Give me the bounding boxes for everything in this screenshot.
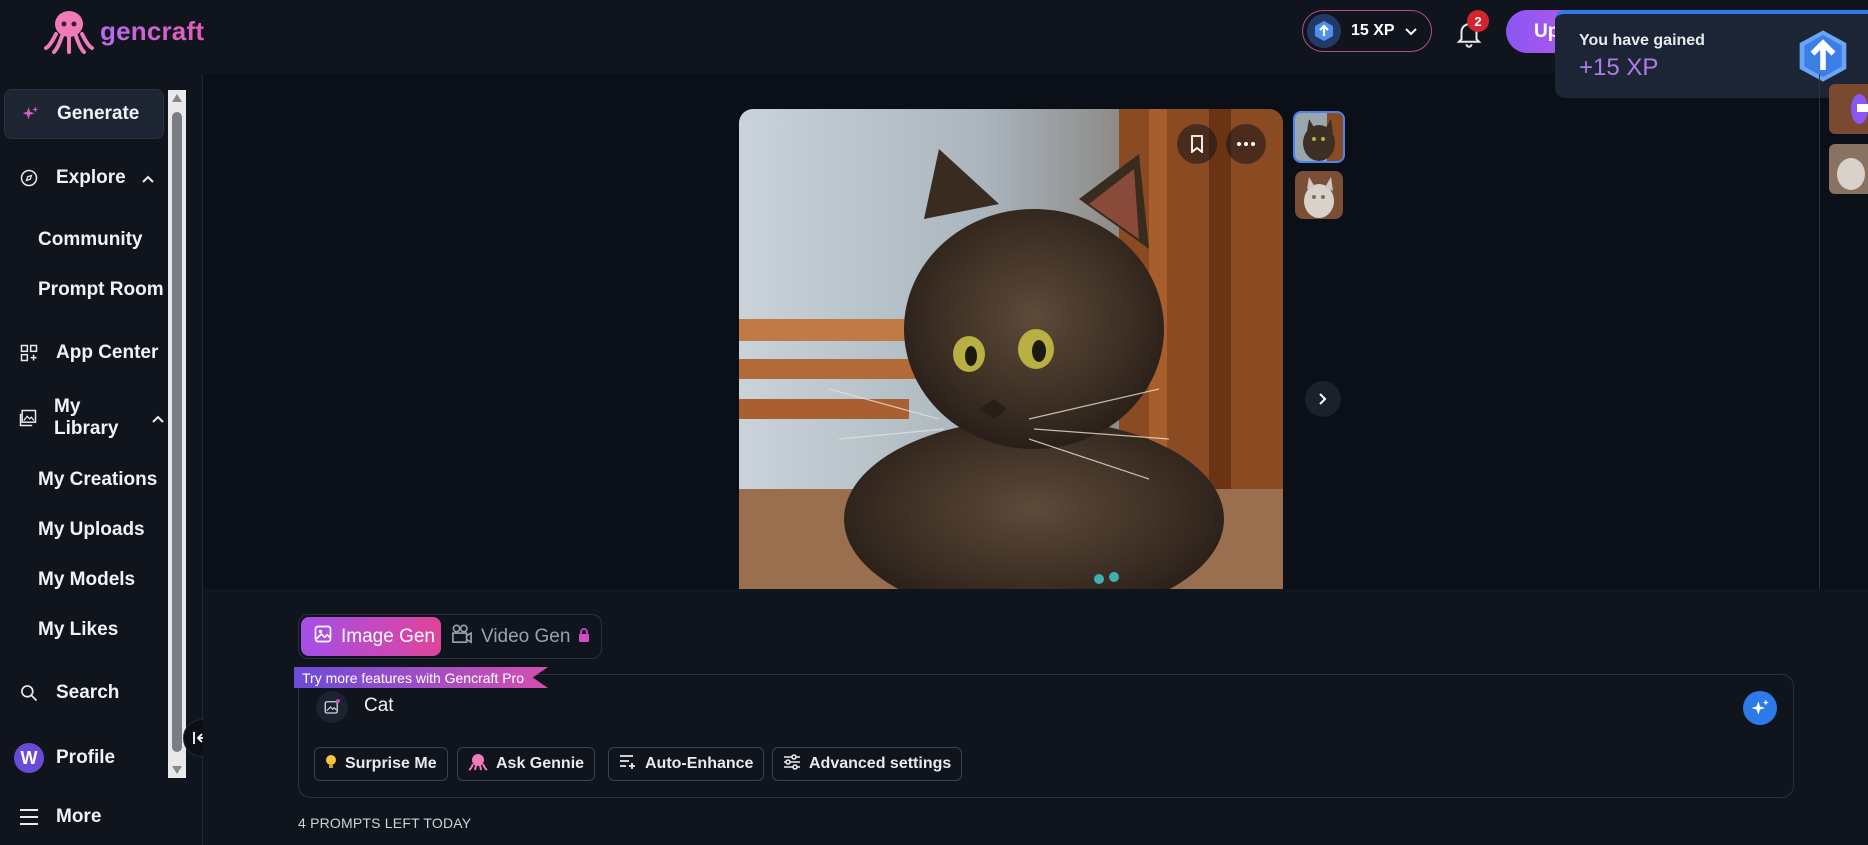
sidebar-item-prompt-room[interactable]: Prompt Room	[38, 279, 164, 301]
tab-label: Video Gen	[481, 625, 571, 647]
sidebar-item-my-models[interactable]: My Models	[38, 569, 135, 591]
avatar: W	[14, 743, 44, 773]
xp-gained-toast: You have gained +15 XP	[1555, 10, 1868, 98]
bookmark-button[interactable]	[1177, 124, 1217, 164]
sidebar-item-search[interactable]: Search	[4, 668, 164, 718]
tab-label: Image Gen	[341, 625, 435, 647]
tab-image-gen[interactable]: Image Gen	[301, 617, 441, 656]
sliders-icon	[783, 753, 801, 775]
advanced-settings-button[interactable]: Advanced settings	[772, 747, 963, 781]
tab-video-gen[interactable]: Video Gen	[451, 617, 590, 656]
xp-arrow-icon	[1795, 28, 1851, 89]
brand-name: gencraft	[100, 15, 205, 46]
xp-label: 15 XP	[1351, 22, 1395, 39]
gallery-icon	[18, 407, 38, 429]
sidebar-item-label: Search	[56, 682, 120, 703]
next-image-button[interactable]	[1305, 381, 1341, 417]
sidebar-item-explore[interactable]: Explore	[4, 153, 164, 203]
surprise-me-button[interactable]: Surprise Me	[314, 747, 448, 781]
octopus-logo-icon	[44, 11, 94, 54]
sidebar-item-profile[interactable]: W Profile	[4, 733, 164, 783]
more-options-button[interactable]	[1226, 124, 1266, 164]
chip-label: Advanced settings	[809, 755, 952, 772]
pro-upsell-banner[interactable]: Try more features with Gencraft Pro	[294, 667, 548, 688]
apps-grid-icon	[18, 342, 40, 364]
scroll-thumb[interactable]	[172, 112, 182, 752]
hamburger-menu-icon	[18, 806, 40, 828]
chip-label: Ask Gennie	[496, 755, 585, 772]
sidebar-item-label: Generate	[57, 103, 140, 124]
sparkle-icon	[1751, 699, 1769, 715]
sidebar-scrollbar[interactable]	[168, 90, 186, 778]
ask-gennie-button[interactable]: Ask Gennie	[457, 747, 596, 781]
sidebar-item-my-creations[interactable]: My Creations	[38, 469, 157, 491]
gencraft-logo[interactable]: gencraft	[44, 8, 204, 54]
generation-mode-tabs: Image Gen Video Gen	[298, 614, 602, 659]
sidebar-item-my-likes[interactable]: My Likes	[38, 619, 118, 641]
cat-thumbnail	[1295, 113, 1343, 161]
sidebar-item-app-center[interactable]: App Center	[4, 328, 164, 378]
sidebar-item-my-uploads[interactable]: My Uploads	[38, 519, 145, 541]
scroll-down-arrow-icon[interactable]	[172, 766, 182, 774]
prompts-left-counter: 4 PROMPTS LEFT TODAY	[298, 815, 472, 831]
sidebar-item-my-library[interactable]: My Library	[4, 393, 164, 443]
sidebar-item-label: Profile	[56, 747, 116, 768]
chip-label: Auto-Enhance	[645, 755, 754, 772]
lock-icon	[578, 626, 590, 648]
cat-thumbnail	[1295, 171, 1343, 219]
cat-thumbnail	[1829, 84, 1868, 134]
enhance-list-icon	[619, 754, 637, 775]
chip-label: Surprise Me	[345, 755, 437, 772]
video-camera-icon	[451, 624, 473, 650]
image-thumbnail[interactable]	[1295, 171, 1343, 219]
sidebar-item-label: More	[56, 806, 102, 827]
cat-thumbnail	[1829, 144, 1868, 194]
auto-enhance-button[interactable]: Auto-Enhance	[608, 747, 765, 781]
octopus-icon	[468, 753, 488, 776]
xp-button[interactable]: 15 XP	[1302, 10, 1432, 52]
history-thumbnail[interactable]	[1829, 144, 1868, 194]
sidebar-item-generate[interactable]: Generate	[4, 89, 164, 139]
bookmark-icon	[1191, 135, 1203, 153]
image-icon	[313, 624, 333, 650]
history-thumbnail[interactable]	[1829, 84, 1868, 134]
chevron-down-icon	[1404, 23, 1417, 39]
xp-arrow-icon	[1307, 14, 1341, 48]
sparkle-icon	[19, 103, 41, 125]
chevron-up-icon	[141, 167, 154, 189]
generate-button[interactable]	[1743, 691, 1777, 725]
sidebar-item-label: My Library	[54, 396, 119, 439]
upload-image-button[interactable]	[316, 691, 348, 723]
lightbulb-icon	[325, 754, 337, 775]
chevron-up-icon	[152, 407, 164, 429]
search-icon	[18, 682, 40, 704]
generated-image[interactable]	[739, 109, 1283, 589]
history-divider	[1819, 74, 1820, 589]
sidebar-item-label: Explore	[56, 167, 126, 188]
scroll-up-arrow-icon[interactable]	[172, 94, 182, 102]
sidebar-item-more[interactable]: More	[4, 792, 164, 842]
sidebar-item-label: App Center	[56, 342, 159, 363]
chevron-right-icon	[1319, 393, 1327, 405]
cat-image	[739, 109, 1283, 589]
compass-icon	[18, 167, 40, 189]
sidebar-item-community[interactable]: Community	[38, 229, 143, 251]
image-upload-icon	[324, 699, 340, 714]
prompt-input[interactable]: Cat	[364, 695, 394, 717]
image-thumbnail[interactable]	[1293, 111, 1345, 163]
notification-count-badge: 2	[1467, 10, 1489, 32]
more-dots-icon	[1237, 142, 1255, 146]
